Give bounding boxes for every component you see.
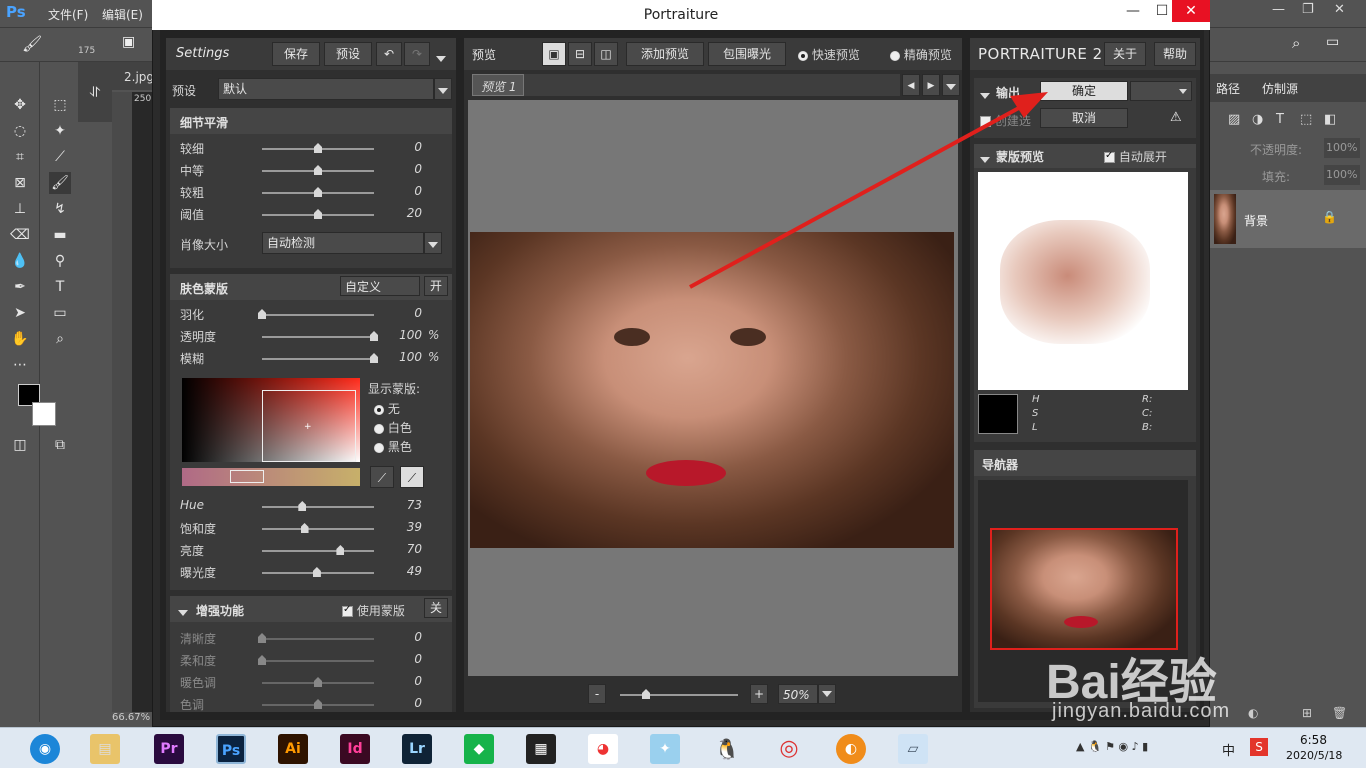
arrow-line xyxy=(689,101,1029,289)
bird-app-icon[interactable]: ✦ xyxy=(650,734,680,764)
cloud-app-icon[interactable]: ◆ xyxy=(464,734,494,764)
start-icon[interactable]: ◉ xyxy=(30,734,60,764)
video-app-icon[interactable]: ▦ xyxy=(526,734,556,764)
indesign-icon[interactable]: Id xyxy=(340,734,370,764)
watermark-url: jingyan.baidu.com xyxy=(1052,700,1231,722)
sogou-icon[interactable]: S xyxy=(1250,738,1268,756)
fox-app-icon[interactable]: ◐ xyxy=(836,734,866,764)
tray-icons[interactable]: ▲ 🐧 ⚑ ◉ ♪ ▮ xyxy=(1076,740,1148,753)
chrome-icon[interactable]: ◎ xyxy=(774,734,804,764)
qq-icon[interactable]: 🐧 xyxy=(712,734,742,764)
book-app-icon[interactable]: ▱ xyxy=(898,734,928,764)
illustrator-icon[interactable]: Ai xyxy=(278,734,308,764)
taskbar: ◉ ▤ Pr Ps Ai Id Lr ◆ ▦ ◕ ✦ 🐧 ◎ ◐ ▱ ▲ 🐧 ⚑… xyxy=(0,727,1366,768)
clock-date: 2020/5/18 xyxy=(1286,749,1343,762)
lightroom-icon[interactable]: Lr xyxy=(402,734,432,764)
clock-time: 6:58 xyxy=(1300,733,1327,747)
360-app-icon[interactable]: ◕ xyxy=(588,734,618,764)
premiere-icon[interactable]: Pr xyxy=(154,734,184,764)
arrow-head xyxy=(1010,92,1048,118)
photoshop-icon[interactable]: Ps xyxy=(216,734,246,764)
ime-indicator[interactable]: 中 xyxy=(1222,740,1235,759)
file-explorer-icon[interactable]: ▤ xyxy=(90,734,120,764)
